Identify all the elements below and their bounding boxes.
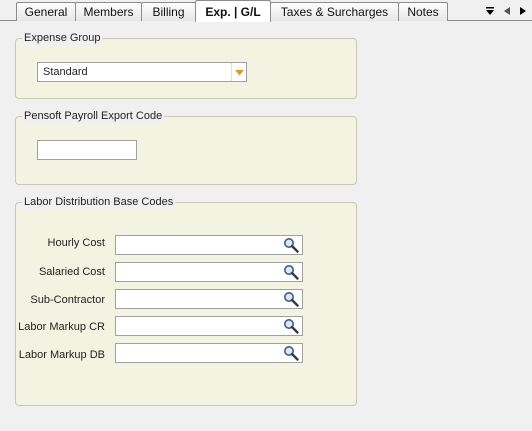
group-title: Pensoft Payroll Export Code	[22, 109, 165, 123]
hourly-cost-label: Hourly Cost	[47, 237, 105, 249]
tab-billing[interactable]: Billing	[141, 2, 196, 21]
lookup-input[interactable]	[116, 317, 280, 335]
scroll-right-icon[interactable]	[516, 4, 530, 18]
tab-label: General	[24, 5, 68, 19]
group-title: Expense Group	[22, 31, 103, 45]
tab-content-panel: Expense Group Standard Pensoft Payroll E…	[0, 21, 532, 431]
labor-markup-db-label: Labor Markup DB	[18, 349, 105, 361]
lookup-input[interactable]	[116, 344, 280, 362]
pensoft-export-code-input[interactable]	[37, 140, 137, 160]
tab-taxes-surcharges[interactable]: Taxes & Surcharges	[270, 2, 399, 21]
labor-markup-cr-field[interactable]	[115, 316, 303, 336]
tab-members[interactable]: Members	[75, 2, 142, 21]
tab-label: Members	[83, 5, 134, 19]
tab-label: Taxes & Surcharges	[280, 5, 389, 19]
dropdown-value: Standard	[43, 66, 88, 78]
lookup-input[interactable]	[116, 236, 280, 254]
chevron-down-icon[interactable]	[483, 4, 497, 18]
sub-contractor-field[interactable]	[115, 289, 303, 309]
tab-label: Billing	[152, 5, 185, 19]
tab-exp-gl[interactable]: Exp. | G/L	[195, 0, 271, 22]
magnifier-icon[interactable]	[280, 263, 302, 281]
magnifier-icon[interactable]	[280, 344, 302, 362]
magnifier-icon[interactable]	[280, 236, 302, 254]
tab-bar: General Members Billing Exp. | G/L Taxes…	[0, 0, 532, 22]
lookup-input[interactable]	[116, 263, 280, 281]
hourly-cost-field[interactable]	[115, 235, 303, 255]
tab-label: Notes	[407, 5, 439, 19]
scroll-left-icon[interactable]	[500, 4, 514, 18]
lookup-input[interactable]	[116, 290, 280, 308]
sub-contractor-label: Sub-Contractor	[30, 294, 105, 306]
salaried-cost-label: Salaried Cost	[38, 266, 105, 278]
magnifier-icon[interactable]	[280, 290, 302, 308]
expense-group-dropdown[interactable]: Standard	[37, 62, 247, 82]
tab-notes[interactable]: Notes	[398, 2, 448, 21]
salaried-cost-field[interactable]	[115, 262, 303, 282]
labor-markup-cr-label: Labor Markup CR	[18, 321, 105, 333]
tab-general[interactable]: General	[16, 2, 76, 21]
dropdown-arrow-icon[interactable]	[231, 63, 246, 81]
group-title: Labor Distribution Base Codes	[22, 195, 176, 209]
magnifier-icon[interactable]	[280, 317, 302, 335]
tab-label: Exp. | G/L	[205, 4, 261, 19]
labor-markup-db-field[interactable]	[115, 343, 303, 363]
